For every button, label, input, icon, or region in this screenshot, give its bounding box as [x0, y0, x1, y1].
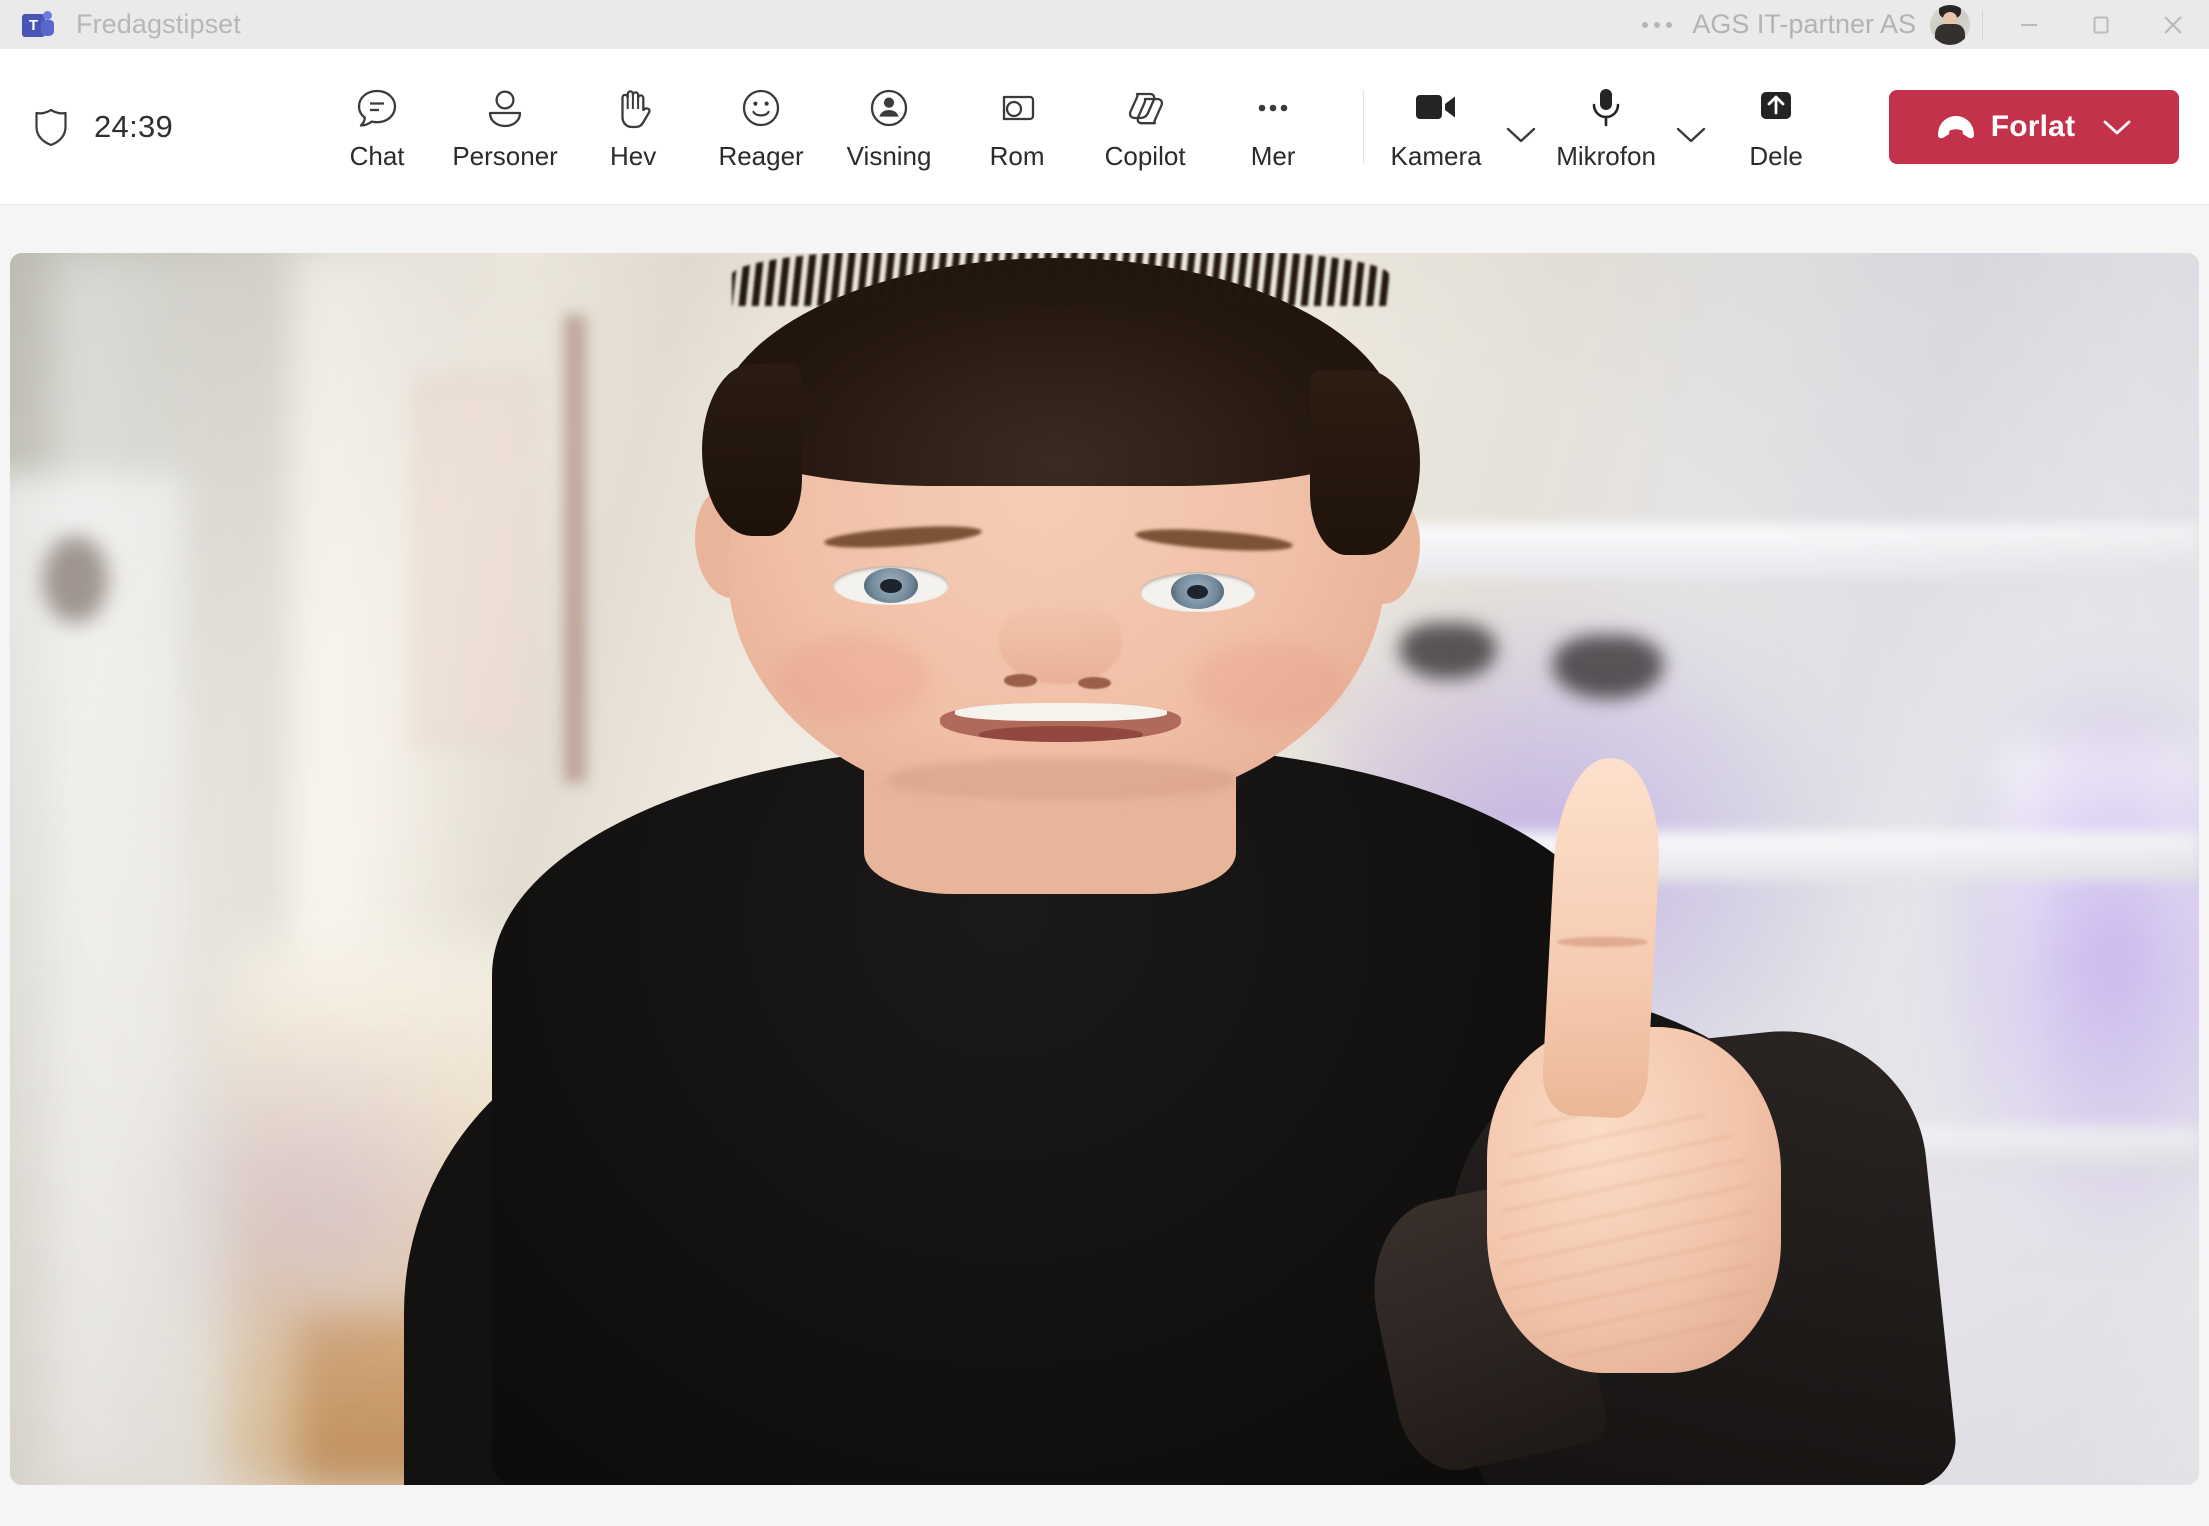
- toolbar-item-personer[interactable]: Personer: [441, 69, 569, 185]
- leave-button-label: Forlat: [1990, 109, 2076, 143]
- meeting-toolbar: 24:39 Chat Personer Hev Reager Visning R…: [0, 49, 2209, 205]
- avatar-shirt: [1935, 23, 1965, 45]
- toolbar-item-label: Copilot: [1104, 140, 1186, 171]
- teams-logo-person-head: [43, 10, 52, 20]
- leave-meeting-button[interactable]: Forlat: [1889, 89, 2179, 164]
- close-icon[interactable]: [2137, 0, 2209, 49]
- shield-icon[interactable]: [30, 106, 72, 148]
- dot: [1654, 21, 1661, 28]
- maximize-icon[interactable]: [2065, 0, 2137, 49]
- leave-chevron-down-icon[interactable]: [2095, 117, 2139, 137]
- window-title: Fredagstipset: [76, 9, 241, 39]
- microphone-toggle-button[interactable]: Mikrofon: [1552, 69, 1660, 185]
- participant-eye-left: [833, 565, 950, 606]
- participant-hair-left: [701, 363, 803, 537]
- pupil: [880, 578, 902, 593]
- toolbar-item-copilot[interactable]: Copilot: [1081, 69, 1209, 185]
- camera-chevron-down-icon[interactable]: [1490, 69, 1552, 185]
- microphone-filled-icon: [1586, 82, 1626, 132]
- participant-eye-right: [1139, 572, 1256, 612]
- participant-nostril-right: [1078, 676, 1112, 690]
- toolbar-item-label: Rom: [989, 140, 1045, 171]
- share-screen-button[interactable]: Dele: [1722, 69, 1830, 185]
- pupil: [1186, 584, 1209, 599]
- share-screen-icon: [1754, 82, 1798, 132]
- camera-label: Kamera: [1390, 140, 1482, 171]
- toolbar-item-hev[interactable]: Hev: [569, 69, 697, 185]
- copilot-icon: [1119, 82, 1171, 134]
- smiley-face-icon: [736, 82, 786, 134]
- toolbar-item-reager[interactable]: Reager: [697, 69, 825, 185]
- camera-filled-icon: [1410, 82, 1462, 132]
- more-horizontal-icon[interactable]: [1628, 0, 1686, 49]
- toolbar-actions: Chat Personer Hev Reager Visning Rom Cop…: [313, 69, 1830, 185]
- microphone-label: Mikrofon: [1556, 140, 1656, 171]
- camera-control-group: Kamera: [1382, 69, 1552, 185]
- iris: [1170, 574, 1225, 610]
- window-titlebar: T Fredagstipset AGS IT-partner AS: [0, 0, 2209, 49]
- hand-knuckles: [1500, 1103, 1753, 1360]
- toolbar-device-group: Kamera Mikrofon Dele: [1382, 69, 1830, 185]
- participant-hair-spikes: [732, 253, 1390, 306]
- participant-video-figure: [10, 253, 2199, 1485]
- participant-chin-shadow: [885, 758, 1236, 802]
- toolbar-item-rom[interactable]: Rom: [953, 69, 1081, 185]
- meeting-stage: [0, 206, 2209, 1526]
- teams-logo-person-body: [41, 19, 54, 36]
- toolbar-divider: [1363, 89, 1365, 164]
- organization-name[interactable]: AGS IT-partner AS: [1686, 9, 1930, 40]
- chat-bubble-icon: [352, 82, 402, 134]
- toolbar-item-label: Mer: [1250, 140, 1296, 171]
- video-tile[interactable]: [10, 253, 2199, 1485]
- meeting-timer: 24:39: [94, 108, 174, 144]
- room-icon: [992, 82, 1042, 134]
- toolbar-item-label: Hev: [609, 140, 657, 171]
- participant-cheek-right: [1192, 641, 1346, 728]
- camera-toggle-button[interactable]: Kamera: [1382, 69, 1490, 185]
- toolbar-item-mer[interactable]: Mer: [1209, 69, 1337, 185]
- toolbar-item-label: Chat: [349, 140, 405, 171]
- participant-nostril-left: [1003, 674, 1037, 687]
- share-label: Dele: [1749, 140, 1803, 171]
- toolbar-item-chat[interactable]: Chat: [313, 69, 441, 185]
- dot: [1642, 21, 1649, 28]
- microphone-control-group: Mikrofon: [1552, 69, 1722, 185]
- raised-hand-icon: [608, 82, 658, 134]
- participant-cheek-left: [776, 634, 930, 722]
- participant-hair-right: [1310, 370, 1420, 555]
- minimize-icon[interactable]: [1993, 0, 2065, 49]
- tongue: [978, 725, 1143, 743]
- participant-nose: [999, 604, 1122, 685]
- titlebar-divider: [1982, 9, 1983, 40]
- toolbar-item-visning[interactable]: Visning: [825, 69, 953, 185]
- participant-mouth: [940, 702, 1182, 743]
- toolbar-item-label: Visning: [846, 140, 932, 171]
- toolbar-item-label: Personer: [452, 140, 558, 171]
- toolbar-item-label: Reager: [718, 140, 804, 171]
- view-person-icon: [864, 82, 914, 134]
- people-icon: [480, 82, 530, 134]
- hangup-phone-icon: [1929, 113, 1983, 141]
- teeth: [954, 702, 1167, 721]
- iris: [864, 568, 918, 603]
- participant-thumbs-up-hand: [1355, 755, 1816, 1481]
- dot: [1666, 21, 1673, 28]
- avatar-face: [1943, 11, 1957, 25]
- more-horizontal-icon: [1248, 82, 1298, 134]
- microphone-chevron-down-icon[interactable]: [1660, 69, 1722, 185]
- titlebar-right-group: AGS IT-partner AS: [1628, 0, 2209, 49]
- teams-logo-icon: T: [22, 10, 56, 40]
- toolbar-left-group: 24:39: [30, 106, 173, 148]
- avatar[interactable]: [1930, 4, 1970, 45]
